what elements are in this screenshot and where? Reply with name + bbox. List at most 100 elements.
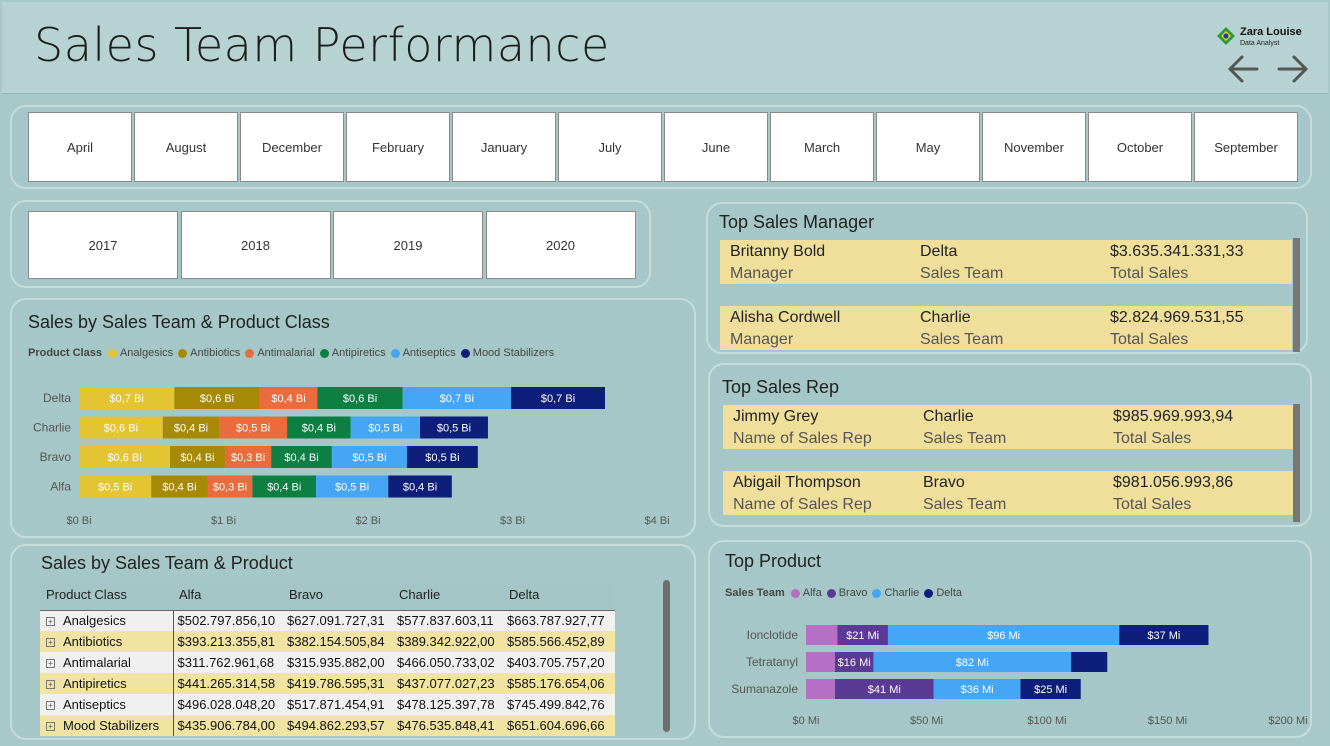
bar-tetratanyl-alfa[interactable]	[806, 652, 835, 672]
table-row[interactable]: + Antiseptics $496.028.048,20 $517.871.454,…	[40, 694, 615, 715]
month-button-february[interactable]: February	[346, 112, 450, 182]
x-tick-label: $200 Mi	[1268, 715, 1307, 727]
top_rep-name-label: Name of Sales Rep	[733, 430, 872, 447]
top_rep-row-abigail-thompson[interactable]: Abigail Thompson Name of Sales Rep Bravo Sa…	[723, 471, 1293, 515]
legend-item-delta[interactable]: Delta	[924, 587, 962, 599]
month-button-november[interactable]: November	[982, 112, 1086, 182]
legend-item-bravo[interactable]: Bravo	[826, 587, 867, 599]
month-button-october[interactable]: October	[1088, 112, 1192, 182]
month-button-july[interactable]: July	[558, 112, 662, 182]
legend-dot-icon	[924, 588, 934, 598]
data-label-sumanazole-charlie: $36 Mi	[961, 684, 994, 696]
month-button-september[interactable]: September	[1194, 112, 1298, 182]
year-button-2018[interactable]: 2018	[180, 211, 331, 279]
top_manager-row-alisha-cordwell[interactable]: Alisha Cordwell Manager Charlie Sales Team $…	[720, 306, 1292, 350]
legend-label: Delta	[936, 587, 962, 599]
month-button-january[interactable]: January	[452, 112, 556, 182]
bar-ionclotide-alfa[interactable]	[806, 625, 838, 645]
product-class-label: Antipiretics	[63, 676, 127, 691]
column-header-product-class[interactable]: Product Class	[40, 580, 173, 611]
data-label-delta-analgesics: $0,7 Bi	[110, 393, 144, 405]
table-cell: $311.762.961,68	[173, 652, 283, 673]
table-cell: $441.265.314,58	[173, 673, 283, 694]
matrix-scrollbar[interactable]	[663, 580, 670, 732]
row-header-cell: + Antipiretics	[40, 673, 174, 694]
column-header-alfa[interactable]: Alfa	[173, 580, 283, 611]
month-button-march[interactable]: March	[770, 112, 874, 182]
month-button-april[interactable]: April	[28, 112, 132, 182]
data-label-sumanazole-bravo: $41 Mi	[868, 684, 901, 696]
table-cell: $419.786.595,31	[283, 673, 393, 694]
legend-item-analgesics[interactable]: Analgesics	[107, 347, 173, 359]
legend-item-mood-stabilizers[interactable]: Mood Stabilizers	[460, 347, 554, 359]
category-label-charlie: Charlie	[33, 421, 71, 435]
table-cell: $494.862.293,57	[283, 715, 393, 736]
arrow-right-icon[interactable]	[1276, 54, 1310, 84]
table-row[interactable]: + Mood Stabilizers $435.906.784,00 $494.862…	[40, 715, 615, 736]
data-label-alfa-antipiretics: $0,4 Bi	[267, 482, 301, 494]
expand-icon[interactable]: +	[46, 701, 55, 711]
table-cell: $585.566.452,89	[503, 631, 615, 652]
table-row[interactable]: + Antimalarial $311.762.961,68 $315.935.882…	[40, 652, 615, 673]
legend-item-antipiretics[interactable]: Antipiretics	[319, 347, 386, 359]
data-label-charlie-antimalarial: $0,5 Bi	[236, 423, 270, 435]
data-label-tetratanyl-bravo: $16 Mi	[838, 657, 871, 669]
logo-name: Zara Louise	[1240, 26, 1302, 38]
data-label-delta-antipiretics: $0,6 Bi	[343, 393, 377, 405]
expand-icon[interactable]: +	[46, 680, 55, 690]
legend-item-antibiotics[interactable]: Antibiotics	[178, 347, 240, 359]
data-label-charlie-antibiotics: $0,4 Bi	[174, 423, 208, 435]
top_manager-team-label: Sales Team	[920, 265, 1004, 282]
column-header-charlie[interactable]: Charlie	[393, 580, 503, 611]
bar-sumanazole-alfa[interactable]	[806, 679, 835, 699]
bar-tetratanyl-delta[interactable]	[1071, 652, 1108, 672]
legend-title: Product Class	[28, 347, 102, 359]
product-class-label: Antiseptics	[63, 697, 126, 712]
year-button-2020[interactable]: 2020	[485, 211, 636, 279]
top-manager-scrollbar[interactable]	[1293, 238, 1300, 352]
month-button-december[interactable]: December	[240, 112, 344, 182]
top-rep-scrollbar[interactable]	[1293, 404, 1300, 522]
table-cell: $627.091.727,31	[283, 610, 393, 631]
expand-icon[interactable]: +	[46, 659, 55, 669]
legend-item-antimalarial[interactable]: Antimalarial	[245, 347, 315, 359]
year-button-2017[interactable]: 2017	[28, 211, 178, 279]
top_manager-row-britanny-bold[interactable]: Britanny Bold Manager Delta Sales Team $3.63…	[720, 240, 1292, 284]
expand-icon[interactable]: +	[46, 722, 55, 732]
x-tick-label: $0 Bi	[66, 515, 91, 527]
month-button-august[interactable]: August	[134, 112, 238, 182]
top_manager-team-value: Charlie	[920, 309, 971, 326]
top_rep-sales-label: Total Sales	[1113, 430, 1192, 447]
data-label-delta-antimalarial: $0,4 Bi	[271, 393, 305, 405]
month-button-may[interactable]: May	[876, 112, 980, 182]
legend-item-charlie[interactable]: Charlie	[872, 587, 919, 599]
x-tick-label: $3 Bi	[500, 515, 525, 527]
expand-icon[interactable]: +	[46, 638, 55, 648]
row-header-cell: + Antibiotics	[40, 631, 174, 652]
column-header-delta[interactable]: Delta	[503, 580, 615, 611]
data-label-ionclotide-charlie: $96 Mi	[987, 630, 1020, 642]
top_rep-row-jimmy-grey[interactable]: Jimmy Grey Name of Sales Rep Charlie Sales …	[723, 405, 1293, 449]
logo: Zara Louise Data Analyst	[1216, 24, 1316, 50]
top_manager-name-label: Manager	[730, 265, 794, 282]
table-row[interactable]: + Analgesics $502.797.856,10 $627.091.727,3…	[40, 610, 615, 631]
table-row[interactable]: + Antibiotics $393.213.355,81 $382.154.505,…	[40, 631, 615, 652]
expand-icon[interactable]: +	[46, 617, 55, 627]
year-button-2019[interactable]: 2019	[333, 211, 483, 279]
legend-item-antiseptics[interactable]: Antiseptics	[390, 347, 456, 359]
product-class-label: Antibiotics	[63, 634, 123, 649]
legend-dot-icon	[460, 348, 470, 358]
data-label-sumanazole-delta: $25 Mi	[1034, 684, 1067, 696]
table-cell: $478.125.397,78	[393, 694, 503, 715]
legend-item-alfa[interactable]: Alfa	[790, 587, 822, 599]
data-label-ionclotide-delta: $37 Mi	[1147, 630, 1180, 642]
top_rep-name-value: Abigail Thompson	[733, 474, 861, 491]
arrow-left-icon[interactable]	[1226, 54, 1260, 84]
table-cell: $466.050.733,02	[393, 652, 503, 673]
table-row[interactable]: + Antipiretics $441.265.314,58 $419.786.595…	[40, 673, 615, 694]
month-button-june[interactable]: June	[664, 112, 768, 182]
data-label-charlie-analgesics: $0,6 Bi	[104, 423, 138, 435]
data-label-alfa-antiseptics: $0,5 Bi	[335, 482, 369, 494]
legend-label: Charlie	[884, 587, 920, 599]
column-header-bravo[interactable]: Bravo	[283, 580, 393, 611]
